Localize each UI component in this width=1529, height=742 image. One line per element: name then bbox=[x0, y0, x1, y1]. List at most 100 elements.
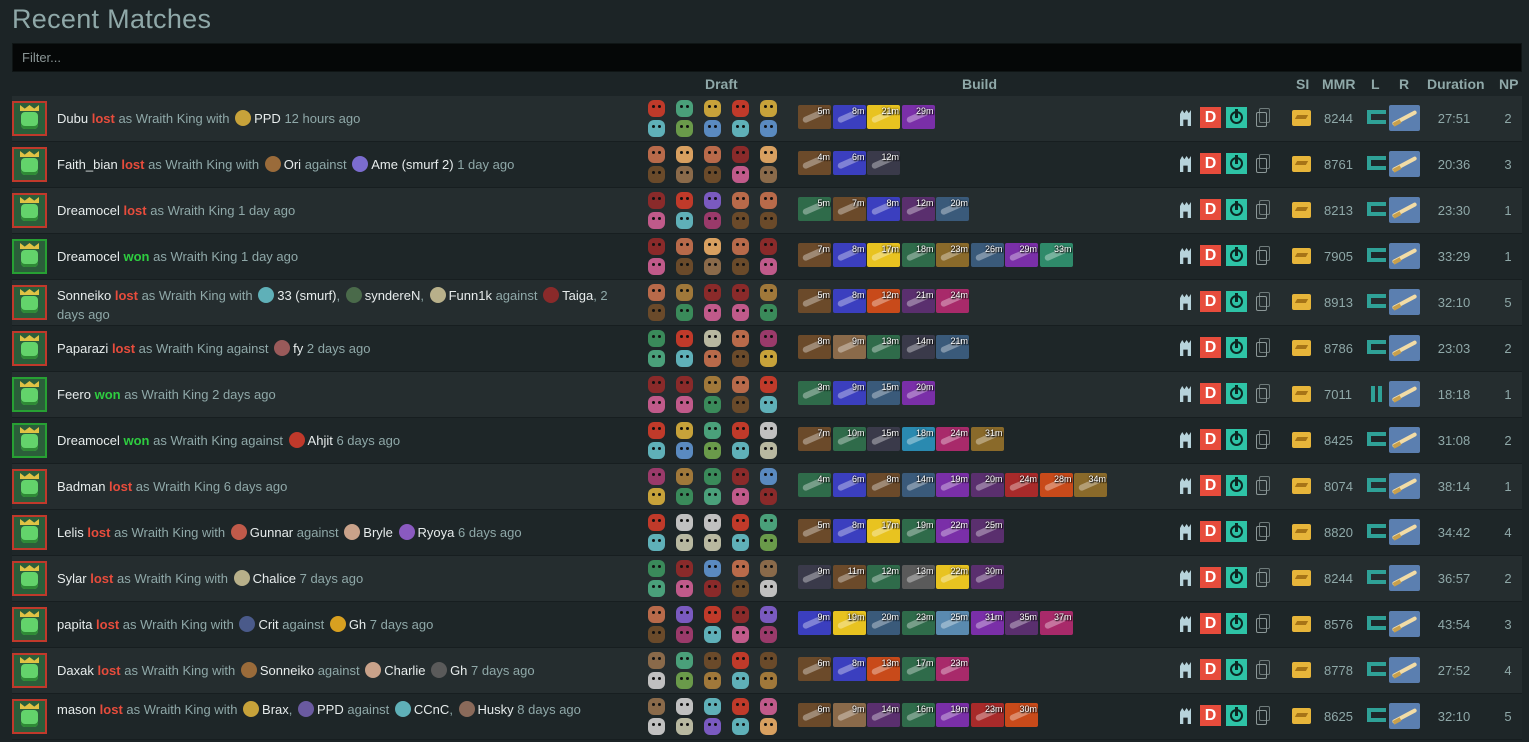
draft-hero-icon[interactable] bbox=[760, 580, 777, 597]
draft-hero-icon[interactable] bbox=[704, 396, 721, 413]
build-item[interactable]: 12m bbox=[867, 565, 900, 589]
draft-hero-icon[interactable] bbox=[648, 238, 665, 255]
draft-hero-icon[interactable] bbox=[732, 652, 749, 669]
opendota-tower-icon[interactable] bbox=[1175, 153, 1196, 174]
hero-portrait[interactable] bbox=[12, 239, 47, 274]
player-name[interactable]: Gh bbox=[349, 617, 366, 632]
draft-hero-icon[interactable] bbox=[676, 376, 693, 393]
draft-hero-icon[interactable] bbox=[648, 606, 665, 623]
build-item[interactable]: 6m bbox=[832, 151, 866, 175]
header-np[interactable]: NP bbox=[1499, 76, 1518, 92]
draft-hero-icon[interactable] bbox=[676, 534, 693, 551]
build-item[interactable]: 10m bbox=[832, 427, 866, 451]
draft-hero-icon[interactable] bbox=[732, 284, 749, 301]
build-item[interactable]: 30m bbox=[970, 565, 1004, 589]
draft-hero-icon[interactable] bbox=[676, 212, 693, 229]
dotabuff-d-icon[interactable]: D bbox=[1200, 199, 1221, 220]
opendota-tower-icon[interactable] bbox=[1175, 613, 1196, 634]
draft-hero-icon[interactable] bbox=[760, 238, 777, 255]
table-row[interactable]: Sylar lost as Wraith King with Chalice 7… bbox=[12, 556, 1522, 602]
opendota-tower-icon[interactable] bbox=[1175, 475, 1196, 496]
draft-hero-icon[interactable] bbox=[648, 422, 665, 439]
draft-hero-icon[interactable] bbox=[648, 626, 665, 643]
opendota-power-icon[interactable] bbox=[1226, 429, 1247, 450]
draft-hero-icon[interactable] bbox=[760, 626, 777, 643]
player-name[interactable]: Brax bbox=[262, 702, 289, 717]
dotabuff-d-icon[interactable]: D bbox=[1200, 567, 1221, 588]
draft-hero-icon[interactable] bbox=[704, 330, 721, 347]
opendota-power-icon[interactable] bbox=[1226, 199, 1247, 220]
opendota-power-icon[interactable] bbox=[1226, 107, 1247, 128]
draft-hero-icon[interactable] bbox=[704, 146, 721, 163]
player-name[interactable]: Lelis bbox=[57, 525, 84, 540]
draft-hero-icon[interactable] bbox=[704, 376, 721, 393]
build-item[interactable]: 9m bbox=[832, 703, 866, 727]
draft-hero-icon[interactable] bbox=[732, 166, 749, 183]
build-item[interactable]: 33m bbox=[1039, 243, 1073, 267]
build-item[interactable]: 8m bbox=[867, 473, 900, 497]
build-item[interactable]: 23m bbox=[936, 657, 969, 681]
draft-hero-icon[interactable] bbox=[648, 718, 665, 735]
draft-hero-icon[interactable] bbox=[648, 258, 665, 275]
copy-icon[interactable] bbox=[1253, 659, 1274, 680]
table-row[interactable]: Badman lost as Wraith King 6 days ago 4m 6… bbox=[12, 464, 1522, 510]
copy-icon[interactable] bbox=[1253, 153, 1274, 174]
build-item[interactable]: 8m bbox=[832, 519, 866, 543]
player-name[interactable]: CCnC bbox=[414, 702, 449, 717]
draft-hero-icon[interactable] bbox=[676, 626, 693, 643]
hero-portrait[interactable] bbox=[12, 147, 47, 182]
table-row[interactable]: Dreamocel won as Wraith King 1 day ago 7m… bbox=[12, 234, 1522, 280]
draft-hero-icon[interactable] bbox=[732, 258, 749, 275]
player-name[interactable]: Sonneiko bbox=[260, 663, 314, 678]
draft-hero-icon[interactable] bbox=[676, 698, 693, 715]
hero-portrait[interactable] bbox=[12, 101, 47, 136]
build-item[interactable]: 14m bbox=[901, 335, 935, 359]
hero-portrait[interactable] bbox=[12, 193, 47, 228]
table-row[interactable]: Feero won as Wraith King 2 days ago 3m 9m 1… bbox=[12, 372, 1522, 418]
build-item[interactable]: 30m bbox=[1005, 703, 1038, 727]
draft-hero-icon[interactable] bbox=[676, 166, 693, 183]
build-item[interactable]: 20m bbox=[970, 473, 1004, 497]
player-name[interactable]: Chalice bbox=[253, 571, 296, 586]
hero-portrait[interactable] bbox=[12, 469, 47, 504]
player-name[interactable]: Gh bbox=[450, 663, 467, 678]
draft-hero-icon[interactable] bbox=[676, 350, 693, 367]
draft-hero-icon[interactable] bbox=[732, 422, 749, 439]
table-row[interactable]: papita lost as Wraith King with Crit aga… bbox=[12, 602, 1522, 648]
build-item[interactable]: 13m bbox=[867, 657, 900, 681]
draft-hero-icon[interactable] bbox=[676, 304, 693, 321]
player-name[interactable]: Paparazi bbox=[57, 341, 108, 356]
draft-hero-icon[interactable] bbox=[704, 468, 721, 485]
player-name[interactable]: Badman bbox=[57, 479, 105, 494]
draft-hero-icon[interactable] bbox=[648, 284, 665, 301]
opendota-power-icon[interactable] bbox=[1226, 291, 1247, 312]
draft-hero-icon[interactable] bbox=[732, 672, 749, 689]
draft-hero-icon[interactable] bbox=[648, 376, 665, 393]
build-item[interactable]: 13m bbox=[901, 565, 935, 589]
draft-hero-icon[interactable] bbox=[732, 442, 749, 459]
build-item[interactable]: 9m bbox=[798, 565, 831, 589]
dotabuff-d-icon[interactable]: D bbox=[1200, 153, 1221, 174]
draft-hero-icon[interactable] bbox=[760, 376, 777, 393]
draft-hero-icon[interactable] bbox=[760, 258, 777, 275]
opendota-tower-icon[interactable] bbox=[1175, 383, 1196, 404]
draft-hero-icon[interactable] bbox=[648, 514, 665, 531]
dotabuff-d-icon[interactable]: D bbox=[1200, 245, 1221, 266]
draft-hero-icon[interactable] bbox=[676, 652, 693, 669]
table-row[interactable]: Dubu lost as Wraith King with PPD 12 hou… bbox=[12, 96, 1522, 142]
player-name[interactable]: Bryle bbox=[363, 525, 393, 540]
build-item[interactable]: 20m bbox=[901, 381, 935, 405]
player-name[interactable]: papita bbox=[57, 617, 92, 632]
draft-hero-icon[interactable] bbox=[704, 580, 721, 597]
draft-hero-icon[interactable] bbox=[732, 534, 749, 551]
draft-hero-icon[interactable] bbox=[704, 652, 721, 669]
player-name[interactable]: syndereN bbox=[365, 288, 421, 303]
build-item[interactable]: 28m bbox=[1039, 473, 1073, 497]
hero-portrait[interactable] bbox=[12, 377, 47, 412]
copy-icon[interactable] bbox=[1253, 199, 1274, 220]
draft-hero-icon[interactable] bbox=[648, 560, 665, 577]
draft-hero-icon[interactable] bbox=[704, 672, 721, 689]
draft-hero-icon[interactable] bbox=[704, 442, 721, 459]
opendota-tower-icon[interactable] bbox=[1175, 107, 1196, 128]
draft-hero-icon[interactable] bbox=[648, 304, 665, 321]
